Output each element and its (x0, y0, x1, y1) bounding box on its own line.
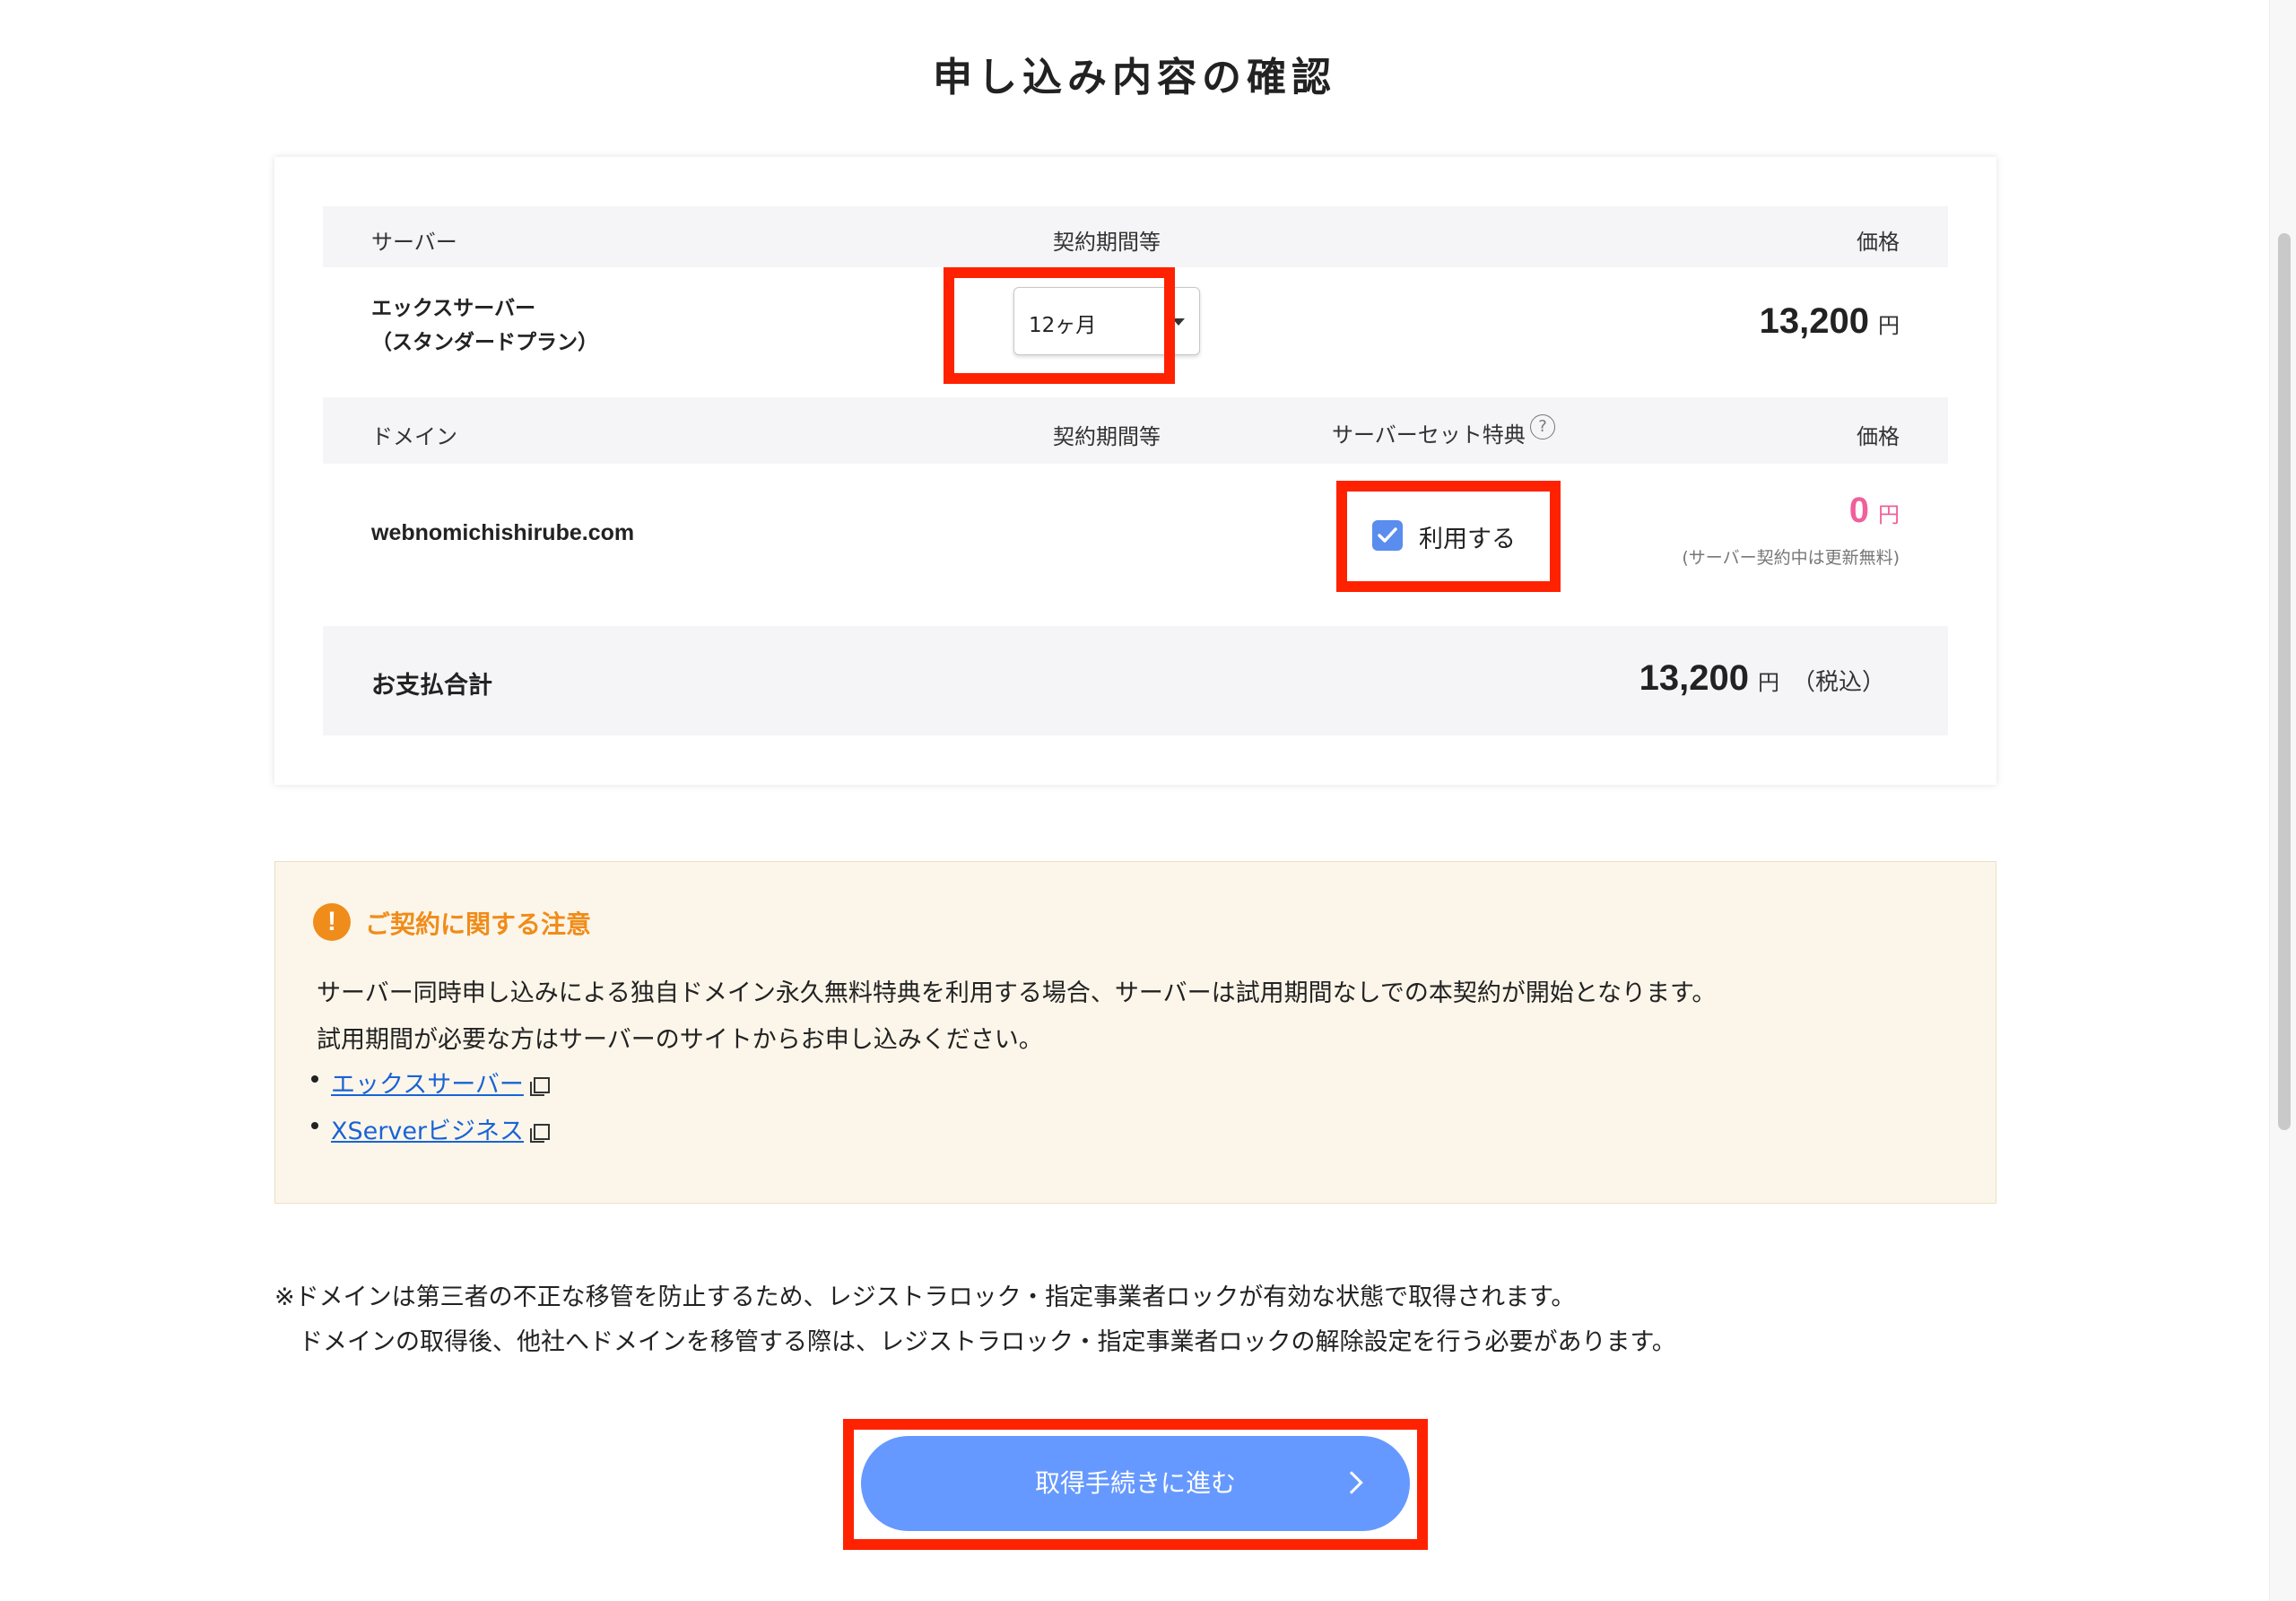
payment-total-bar: お支払合計 13,200 円（税込） (323, 626, 1948, 735)
header-period: 契約期間等 (1053, 424, 1161, 449)
proceed-button[interactable]: 取得手続きに進む (861, 1436, 1410, 1531)
domain-name: webnomichishirube.com (371, 520, 635, 545)
order-summary-card: サーバー 契約期間等 価格 エックスサーバー （スタンダードプラン） 12ヶ月 … (274, 157, 1996, 785)
list-item: XServerビジネス (311, 1111, 551, 1146)
header-server: サーバー (371, 230, 457, 255)
external-link-icon (529, 1123, 551, 1143)
domain-price: 0円 (1848, 491, 1900, 530)
scrollbar-track[interactable] (2269, 0, 2296, 1601)
footnote-line-1: ※ドメインは第三者の不正な移管を防止するため、レジストラロック・指定事業者ロック… (274, 1283, 1576, 1311)
highlight-period-select (944, 267, 1175, 384)
page-title: 申し込み内容の確認 (933, 55, 1336, 100)
domain-price-note: (サーバー契約中は更新無料) (1682, 548, 1900, 568)
server-plan-name: エックスサーバー （スタンダードプラン） (371, 297, 598, 354)
header-domain: ドメイン (371, 424, 457, 449)
contract-notice-panel: ! ご契約に関する注意 サーバー同時申し込みによる独自ドメイン永久無料特典を利用… (274, 861, 1996, 1204)
proceed-button-label: 取得手続きに進む (1034, 1468, 1236, 1498)
list-item: エックスサーバー (311, 1065, 550, 1100)
external-link-icon (529, 1076, 550, 1096)
chevron-right-icon (1340, 1471, 1363, 1494)
total-label: お支払合計 (371, 672, 492, 700)
question-circle-icon[interactable]: ? (1530, 414, 1555, 439)
total-amount: 13,200 円（税込） (1639, 658, 1885, 698)
header-price: 価格 (1857, 230, 1900, 255)
notice-line-2: 試用期間が必要な方はサーバーのサイトからお申し込みください。 (317, 1026, 1043, 1054)
header-server-set-benefit: サーバーセット特典 (1332, 422, 1526, 448)
highlight-benefit-checkbox (1336, 481, 1561, 592)
scrollbar-thumb[interactable] (2278, 233, 2291, 1130)
notice-line-1: サーバー同時申し込みによる独自ドメイン永久無料特典を利用する場合、サーバーは試用… (317, 979, 1717, 1007)
header-price: 価格 (1857, 424, 1900, 449)
server-table-header: サーバー 契約期間等 価格 (323, 206, 1948, 267)
server-price: 13,200 円 (1759, 301, 1900, 341)
notice-title: ご契約に関する注意 (365, 909, 592, 939)
header-period: 契約期間等 (1053, 230, 1161, 255)
xserver-business-link[interactable]: XServerビジネス (331, 1118, 524, 1145)
footnote-line-2: ドメインの取得後、他社へドメインを移管する際は、レジストラロック・指定事業者ロッ… (274, 1328, 1676, 1356)
domain-table-header: ドメイン 契約期間等 サーバーセット特典 価格 (323, 397, 1948, 464)
exclamation-circle-icon: ! (313, 903, 351, 941)
xserver-link[interactable]: エックスサーバー (331, 1071, 524, 1099)
